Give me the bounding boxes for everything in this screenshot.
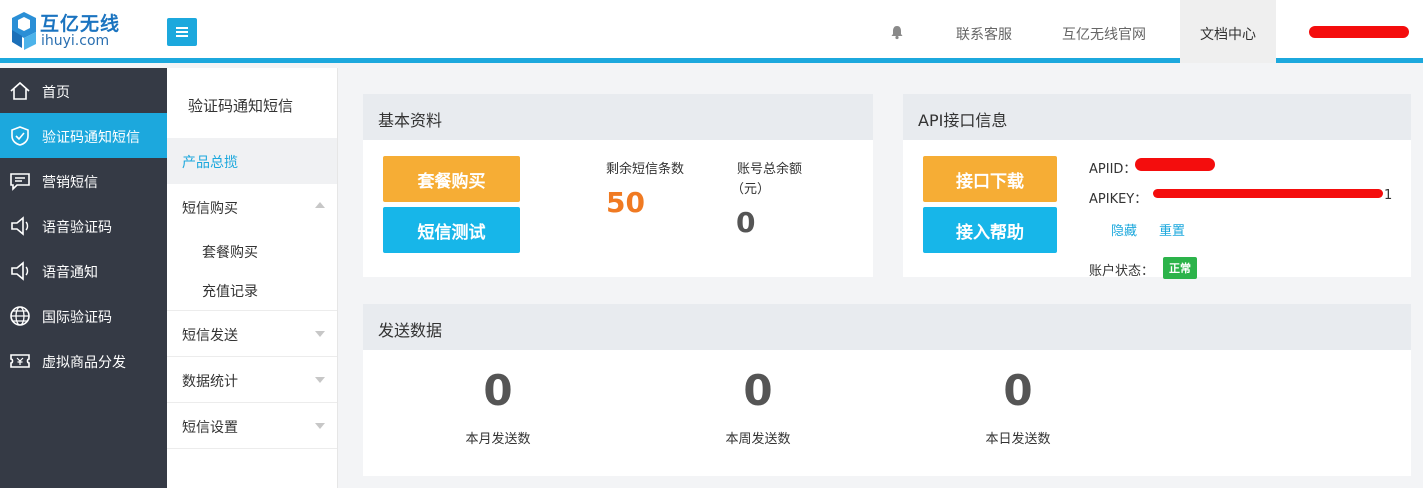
hamburger-icon [176, 27, 188, 29]
apikey-label: APIKEY： [1089, 192, 1148, 207]
basic-info-card: 基本资料 套餐购买 短信测试 剩余短信条数 50 账号总余额 （元） 0 [363, 94, 873, 277]
bell-icon[interactable] [889, 24, 905, 40]
apiid-label: APIID： [1089, 162, 1137, 177]
top-header: 互亿无线 ihuyi.com 联系客服 互亿无线官网 文档中心 [0, 0, 1423, 63]
subnav-item-label: 短信设置 [182, 420, 238, 436]
month-send-count: 0 [483, 366, 513, 415]
apikey-redaction [1153, 189, 1383, 198]
sidebar-item-label: 国际验证码 [42, 310, 112, 326]
hide-key-link[interactable]: 隐藏 [1111, 220, 1137, 239]
week-send-count: 0 [743, 366, 773, 415]
subnav-item-overview[interactable]: 产品总揽 [167, 138, 337, 184]
account-status-label: 账户状态： [1089, 264, 1155, 279]
subnav-item-settings[interactable]: 短信设置 [167, 403, 337, 449]
send-data-card: 发送数据 0 本月发送数 0 本周发送数 0 本日发送数 [363, 304, 1411, 476]
logo-en-text: ihuyi.com [41, 33, 110, 49]
month-send-label: 本月发送数 [465, 432, 531, 447]
subnav-child-package-purchase[interactable]: 套餐购买 [202, 242, 258, 262]
subnav-item-purchase[interactable]: 短信购买 [167, 184, 337, 230]
chevron-down-icon [315, 331, 325, 337]
sms-test-button[interactable]: 短信测试 [383, 207, 520, 253]
reset-key-link[interactable]: 重置 [1159, 220, 1185, 239]
sidebar-item-voice-code[interactable]: 语音验证码 [0, 203, 167, 248]
subnav-item-label: 数据统计 [182, 374, 238, 390]
apiid-redaction [1135, 158, 1215, 171]
card-header: 发送数据 [363, 304, 1411, 350]
remaining-sms-label: 剩余短信条数 [606, 162, 685, 177]
week-send-label: 本周发送数 [725, 432, 791, 447]
sidebar-item-voice-notify[interactable]: 语音通知 [0, 248, 167, 293]
sub-sidebar: 验证码通知短信 产品总揽 短信购买 套餐购买 充值记录 短信发送 数据统计 短信… [167, 68, 338, 488]
brand-logo[interactable]: 互亿无线 ihuyi.com [10, 8, 140, 54]
sidebar-item-label: 语音验证码 [42, 220, 112, 236]
menu-toggle-button[interactable] [167, 18, 197, 46]
nav-docs-label: 文档中心 [1200, 27, 1256, 43]
nav-docs-tab[interactable]: 文档中心 [1180, 0, 1276, 63]
subnav-child-recharge-records[interactable]: 充值记录 [202, 281, 258, 301]
sidebar-item-verify-sms[interactable]: 验证码通知短信 [0, 113, 167, 158]
speaker-icon [11, 216, 29, 236]
ticket-icon [10, 354, 30, 368]
api-help-button[interactable]: 接入帮助 [923, 207, 1057, 253]
globe-icon [10, 306, 30, 326]
chevron-up-icon [315, 202, 325, 208]
nav-official-site-link[interactable]: 互亿无线官网 [1062, 24, 1146, 44]
card-title: 发送数据 [378, 321, 443, 340]
main-sidebar: 首页 验证码通知短信 营销短信 语音验证码 语音通知 国际验证码 虚拟商品分发 [0, 68, 167, 488]
api-info-card: API接口信息 接口下载 接入帮助 APIID： APIKEY： 1 隐藏 重置… [903, 94, 1411, 279]
shield-check-icon [11, 126, 29, 146]
day-send-label: 本日发送数 [985, 432, 1051, 447]
day-send-count: 0 [1003, 366, 1033, 415]
username-redaction [1309, 26, 1409, 38]
card-title: 基本资料 [378, 111, 443, 130]
balance-unit-label: （元） [731, 182, 771, 197]
home-icon [10, 81, 30, 100]
card-header: API接口信息 [903, 94, 1411, 140]
card-title: API接口信息 [918, 111, 1008, 130]
subnav-item-label: 短信发送 [182, 328, 238, 344]
sidebar-item-label: 首页 [42, 85, 70, 101]
subnav-item-label: 产品总揽 [182, 155, 238, 171]
sidebar-item-label: 验证码通知短信 [42, 130, 140, 146]
balance-value: 0 [736, 206, 756, 239]
subnav-item-send[interactable]: 短信发送 [167, 311, 337, 357]
remaining-sms-value: 50 [606, 186, 645, 219]
sidebar-item-marketing-sms[interactable]: 营销短信 [0, 158, 167, 203]
sidebar-item-label: 营销短信 [42, 175, 98, 191]
sidebar-item-virtual-goods[interactable]: 虚拟商品分发 [0, 338, 167, 383]
subnav-group-purchase: 短信购买 套餐购买 充值记录 [167, 184, 337, 311]
chevron-down-icon [315, 423, 325, 429]
subnav-item-label: 短信购买 [182, 201, 238, 217]
subnav-item-stats[interactable]: 数据统计 [167, 357, 337, 403]
apikey-tail: 1 [1384, 188, 1393, 203]
logo-cn-text: 互亿无线 [40, 13, 121, 35]
speaker-icon [11, 261, 29, 281]
chevron-down-icon [315, 377, 325, 383]
api-download-button[interactable]: 接口下载 [923, 156, 1057, 202]
sub-sidebar-title: 验证码通知短信 [188, 97, 294, 115]
balance-label: 账号总余额 [737, 162, 803, 177]
message-icon [10, 173, 30, 191]
sidebar-item-intl-code[interactable]: 国际验证码 [0, 293, 167, 338]
card-header: 基本资料 [363, 94, 873, 140]
nav-support-link[interactable]: 联系客服 [956, 24, 1012, 44]
logo-mark-icon [12, 12, 36, 50]
sidebar-item-label: 虚拟商品分发 [42, 355, 126, 371]
sidebar-item-label: 语音通知 [42, 265, 98, 281]
account-status-badge: 正常 [1163, 257, 1197, 279]
sidebar-item-home[interactable]: 首页 [0, 68, 167, 113]
buy-package-button[interactable]: 套餐购买 [383, 156, 520, 202]
